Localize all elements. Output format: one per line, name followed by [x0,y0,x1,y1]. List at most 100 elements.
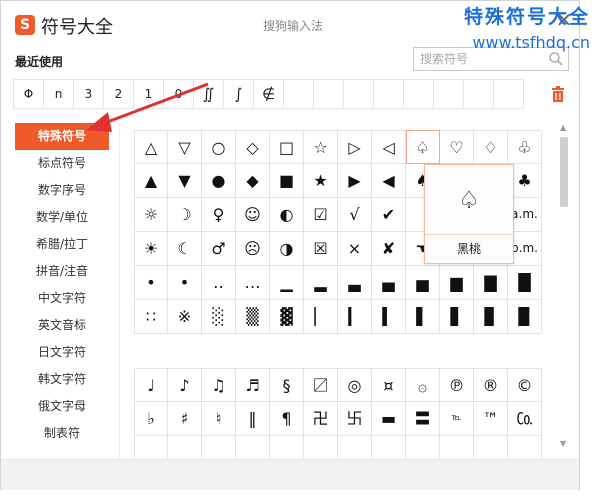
symbol-cell[interactable]: ♪ [168,368,202,402]
symbol-cell[interactable]: ◑ [270,232,304,266]
symbol-cell[interactable]: ▋ [440,300,474,334]
symbol-cell[interactable]: ✔ [372,198,406,232]
symbol-cell[interactable]: ㏇ [508,402,542,436]
recent-symbol-cell[interactable] [433,79,464,109]
sidebar-item[interactable]: 数字序号 [15,177,109,204]
symbol-cell[interactable]: ✘ [372,232,406,266]
sidebar-item[interactable]: 拼音/注音 [15,258,109,285]
symbol-cell[interactable]: ♫ [202,368,236,402]
symbol-cell[interactable]: ♤ [406,130,440,164]
symbol-cell[interactable]: ♧ [508,130,542,164]
scroll-down-icon[interactable]: ▼ [560,439,566,448]
symbol-cell[interactable]: ▓ [270,300,304,334]
symbol-cell[interactable]: ▌ [406,300,440,334]
symbol-cell[interactable]: ▷ [338,130,372,164]
symbol-cell[interactable]: ۞ [406,368,440,402]
symbol-cell[interactable]: ▃ [338,266,372,300]
vertical-scrollbar[interactable]: ▲ ▼ [558,123,570,453]
symbol-cell[interactable]: ◎ [338,368,372,402]
symbol-cell[interactable]: ▇ [474,266,508,300]
symbol-cell[interactable]: ▒ [236,300,270,334]
symbol-cell[interactable]: ♯ [168,402,202,436]
symbol-cell[interactable]: ∷ [134,300,168,334]
symbol-cell[interactable]: 卐 [338,402,372,436]
recent-symbol-cell[interactable] [373,79,404,109]
recent-symbol-cell[interactable]: n [43,79,74,109]
symbol-cell[interactable]: ℡ [440,402,474,436]
symbol-cell[interactable]: ™ [474,402,508,436]
symbol-cell[interactable]: × [338,232,372,266]
symbol-cell[interactable]: ★ [304,164,338,198]
symbol-cell[interactable]: ▄ [372,266,406,300]
symbol-cell[interactable]: ▁ [270,266,304,300]
scroll-thumb[interactable] [560,137,568,207]
sidebar-item[interactable]: 希腊/拉丁 [15,231,109,258]
symbol-cell[interactable]: □ [270,130,304,164]
symbol-cell[interactable]: ♡ [440,130,474,164]
symbol-cell[interactable]: • [168,266,202,300]
symbol-cell[interactable]: ▬ [372,402,406,436]
recent-symbol-cell[interactable] [463,79,494,109]
sidebar-item[interactable]: 英文音标 [15,312,109,339]
symbol-cell[interactable]: ☀ [134,232,168,266]
symbol-cell[interactable]: ♭ [134,402,168,436]
search-icon[interactable] [548,51,564,67]
symbol-cell[interactable]: ▲ [134,164,168,198]
recent-symbol-cell[interactable]: Φ [13,79,44,109]
symbol-cell[interactable]: ¤ [372,368,406,402]
symbol-cell[interactable]: ‥ [202,266,236,300]
symbol-cell[interactable]: ‖ [236,402,270,436]
symbol-cell[interactable]: ◀ [372,164,406,198]
symbol-cell[interactable]: ♢ [474,130,508,164]
recent-symbol-cell[interactable]: 1 [133,79,164,109]
symbol-cell[interactable]: ▎ [338,300,372,334]
symbol-cell[interactable]: █ [508,266,542,300]
symbol-cell[interactable]: ▶ [338,164,372,198]
symbol-cell[interactable]: ☑ [304,198,338,232]
symbol-cell[interactable]: 〓 [406,402,440,436]
symbol-cell[interactable]: ▅ [406,266,440,300]
symbol-cell[interactable]: ▏ [304,300,338,334]
symbol-cell[interactable]: √ [338,198,372,232]
sidebar-item[interactable]: 韩文字符 [15,366,109,393]
symbol-cell[interactable]: ▊ [474,300,508,334]
symbol-cell[interactable]: ◇ [236,130,270,164]
symbol-cell[interactable]: ☹ [236,232,270,266]
recent-symbol-cell[interactable] [283,79,314,109]
symbol-cell[interactable]: ♀ [202,198,236,232]
symbol-cell[interactable]: ♂ [202,232,236,266]
symbol-cell[interactable]: ■ [270,164,304,198]
symbol-cell[interactable]: ☼ [134,198,168,232]
symbol-cell[interactable]: 〼 [304,368,338,402]
symbol-cell[interactable]: ▂ [304,266,338,300]
recent-symbol-cell[interactable] [403,79,434,109]
sidebar-item[interactable]: 中文字符 [15,285,109,312]
symbol-cell[interactable]: ℗ [440,368,474,402]
symbol-cell[interactable]: ☆ [304,130,338,164]
sidebar-item[interactable]: 制表符 [15,420,109,447]
symbol-cell[interactable]: ▆ [440,266,474,300]
symbol-cell[interactable]: ※ [168,300,202,334]
symbol-cell[interactable]: ♩ [134,368,168,402]
recent-symbol-cell[interactable]: ∬ [193,79,224,109]
symbol-cell[interactable]: ☒ [304,232,338,266]
recent-symbol-cell[interactable] [493,79,524,109]
symbol-cell[interactable]: ♮ [202,402,236,436]
recent-symbol-cell[interactable]: 2 [103,79,134,109]
trash-icon[interactable] [551,86,565,102]
symbol-cell[interactable]: ☾ [168,232,202,266]
recent-symbol-cell[interactable]: 3 [73,79,104,109]
symbol-cell[interactable]: ☺ [236,198,270,232]
symbol-cell[interactable]: ◁ [372,130,406,164]
recent-symbol-cell[interactable]: 0 [163,79,194,109]
symbol-cell[interactable]: ● [202,164,236,198]
scroll-up-icon[interactable]: ▲ [560,123,566,132]
sidebar-item[interactable]: 数学/单位 [15,204,109,231]
symbol-cell[interactable]: ░ [202,300,236,334]
sidebar-item[interactable]: 特殊符号 [15,123,109,150]
recent-symbol-cell[interactable] [313,79,344,109]
symbol-cell[interactable]: ▉ [508,300,542,334]
symbol-cell[interactable]: … [236,266,270,300]
symbol-cell[interactable]: ¶ [270,402,304,436]
symbol-cell[interactable]: ♬ [236,368,270,402]
